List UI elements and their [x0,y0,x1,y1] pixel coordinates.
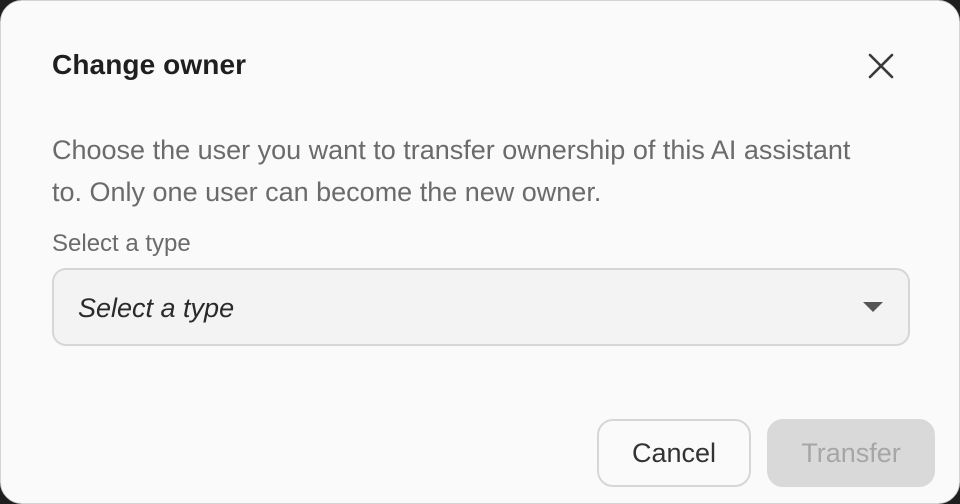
transfer-button[interactable]: Transfer [767,419,935,487]
close-button[interactable] [861,46,901,86]
dialog-title: Change owner [52,49,247,80]
dialog-description: Choose the user you want to transfer own… [52,135,851,207]
change-owner-dialog: Change owner Choose the user you want to… [0,0,960,504]
type-select-placeholder: Select a type [78,293,235,323]
type-field-label: Select a type [52,230,191,257]
close-icon [861,46,901,86]
type-select[interactable]: Select a type [52,268,910,346]
cancel-button[interactable]: Cancel [597,419,751,487]
caret-down-icon [863,302,883,312]
